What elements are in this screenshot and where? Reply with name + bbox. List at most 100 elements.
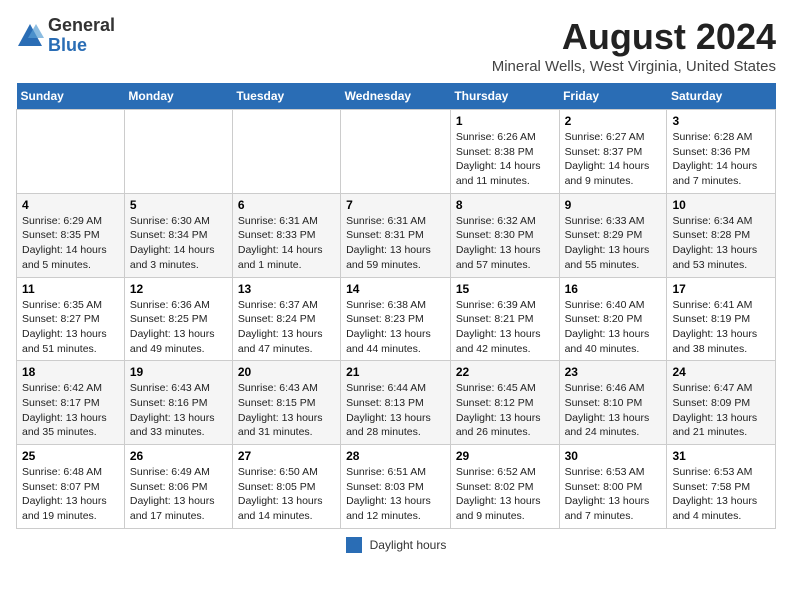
calendar-cell: 26 Sunrise: 6:49 AM Sunset: 8:06 PM Dayli… xyxy=(124,445,232,529)
day-number: 12 xyxy=(130,282,227,296)
calendar-cell: 13Sunrise: 6:37 AM Sunset: 8:24 PM Dayli… xyxy=(232,277,340,361)
calendar-header-monday: Monday xyxy=(124,83,232,110)
logo-general-text: General xyxy=(48,16,115,36)
day-number: 27 xyxy=(238,449,335,463)
calendar-cell: 31 Sunrise: 6:53 AM Sunset: 7:58 PM Dayli… xyxy=(667,445,776,529)
day-number: 16 xyxy=(565,282,662,296)
cell-info: Sunrise: 6:29 AM Sunset: 8:35 PM Dayligh… xyxy=(22,214,119,273)
day-number: 14 xyxy=(346,282,445,296)
calendar-cell: 10 Sunrise: 6:34 AM Sunset: 8:28 PM Dayli… xyxy=(667,193,776,277)
day-number: 31 xyxy=(672,449,770,463)
calendar-cell xyxy=(124,110,232,194)
day-number: 10 xyxy=(672,198,770,212)
calendar-cell: 6 Sunrise: 6:31 AM Sunset: 8:33 PM Daylig… xyxy=(232,193,340,277)
day-number: 8 xyxy=(456,198,554,212)
cell-info: Sunrise: 6:52 AM Sunset: 8:02 PM Dayligh… xyxy=(456,465,554,524)
day-number: 17 xyxy=(672,282,770,296)
calendar-header-saturday: Saturday xyxy=(667,83,776,110)
calendar-header-sunday: Sunday xyxy=(17,83,125,110)
day-number: 18 xyxy=(22,365,119,379)
cell-info: Sunrise: 6:40 AM Sunset: 8:20 PM Dayligh… xyxy=(565,298,662,357)
calendar-header-wednesday: Wednesday xyxy=(341,83,451,110)
cell-info: Sunrise: 6:31 AM Sunset: 8:33 PM Dayligh… xyxy=(238,214,335,273)
calendar-cell: 24 Sunrise: 6:47 AM Sunset: 8:09 PM Dayli… xyxy=(667,361,776,445)
page-header: General Blue August 2024 Mineral Wells, … xyxy=(16,16,776,75)
cell-info: Sunrise: 6:33 AM Sunset: 8:29 PM Dayligh… xyxy=(565,214,662,273)
calendar-cell: 25 Sunrise: 6:48 AM Sunset: 8:07 PM Dayli… xyxy=(17,445,125,529)
day-number: 29 xyxy=(456,449,554,463)
cell-info: Sunrise: 6:45 AM Sunset: 8:12 PM Dayligh… xyxy=(456,381,554,440)
day-number: 30 xyxy=(565,449,662,463)
cell-info: Sunrise: 6:41 AM Sunset: 8:19 PM Dayligh… xyxy=(672,298,770,357)
calendar-footer: Daylight hours xyxy=(16,537,776,553)
day-number: 4 xyxy=(22,198,119,212)
calendar-cell: 21Sunrise: 6:44 AM Sunset: 8:13 PM Dayli… xyxy=(341,361,451,445)
day-number: 22 xyxy=(456,365,554,379)
calendar-cell xyxy=(232,110,340,194)
cell-info: Sunrise: 6:53 AM Sunset: 7:58 PM Dayligh… xyxy=(672,465,770,524)
calendar-cell: 27 Sunrise: 6:50 AM Sunset: 8:05 PM Dayli… xyxy=(232,445,340,529)
day-number: 23 xyxy=(565,365,662,379)
day-number: 28 xyxy=(346,449,445,463)
day-number: 9 xyxy=(565,198,662,212)
day-number: 26 xyxy=(130,449,227,463)
legend-color-box xyxy=(346,537,362,553)
calendar-cell: 23 Sunrise: 6:46 AM Sunset: 8:10 PM Dayli… xyxy=(559,361,667,445)
calendar-cell xyxy=(341,110,451,194)
cell-info: Sunrise: 6:27 AM Sunset: 8:37 PM Dayligh… xyxy=(565,130,662,189)
calendar-cell: 2 Sunrise: 6:27 AM Sunset: 8:37 PM Daylig… xyxy=(559,110,667,194)
cell-info: Sunrise: 6:47 AM Sunset: 8:09 PM Dayligh… xyxy=(672,381,770,440)
calendar-cell: 8Sunrise: 6:32 AM Sunset: 8:30 PM Daylig… xyxy=(450,193,559,277)
cell-info: Sunrise: 6:44 AM Sunset: 8:13 PM Dayligh… xyxy=(346,381,445,440)
calendar-table: SundayMondayTuesdayWednesdayThursdayFrid… xyxy=(16,83,776,529)
calendar-cell: 5 Sunrise: 6:30 AM Sunset: 8:34 PM Daylig… xyxy=(124,193,232,277)
calendar-cell: 19Sunrise: 6:43 AM Sunset: 8:16 PM Dayli… xyxy=(124,361,232,445)
cell-info: Sunrise: 6:39 AM Sunset: 8:21 PM Dayligh… xyxy=(456,298,554,357)
cell-info: Sunrise: 6:50 AM Sunset: 8:05 PM Dayligh… xyxy=(238,465,335,524)
cell-info: Sunrise: 6:30 AM Sunset: 8:34 PM Dayligh… xyxy=(130,214,227,273)
calendar-cell: 30Sunrise: 6:53 AM Sunset: 8:00 PM Dayli… xyxy=(559,445,667,529)
day-number: 2 xyxy=(565,114,662,128)
day-number: 15 xyxy=(456,282,554,296)
calendar-cell: 12 Sunrise: 6:36 AM Sunset: 8:25 PM Dayli… xyxy=(124,277,232,361)
calendar-cell: 14 Sunrise: 6:38 AM Sunset: 8:23 PM Dayli… xyxy=(341,277,451,361)
day-number: 5 xyxy=(130,198,227,212)
cell-info: Sunrise: 6:34 AM Sunset: 8:28 PM Dayligh… xyxy=(672,214,770,273)
cell-info: Sunrise: 6:38 AM Sunset: 8:23 PM Dayligh… xyxy=(346,298,445,357)
calendar-cell: 18 Sunrise: 6:42 AM Sunset: 8:17 PM Dayli… xyxy=(17,361,125,445)
calendar-cell: 22 Sunrise: 6:45 AM Sunset: 8:12 PM Dayli… xyxy=(450,361,559,445)
cell-info: Sunrise: 6:46 AM Sunset: 8:10 PM Dayligh… xyxy=(565,381,662,440)
logo: General Blue xyxy=(16,16,115,56)
cell-info: Sunrise: 6:28 AM Sunset: 8:36 PM Dayligh… xyxy=(672,130,770,189)
logo-icon xyxy=(16,22,44,50)
day-number: 3 xyxy=(672,114,770,128)
day-number: 19 xyxy=(130,365,227,379)
cell-info: Sunrise: 6:26 AM Sunset: 8:38 PM Dayligh… xyxy=(456,130,554,189)
cell-info: Sunrise: 6:49 AM Sunset: 8:06 PM Dayligh… xyxy=(130,465,227,524)
calendar-week-row-5: 25 Sunrise: 6:48 AM Sunset: 8:07 PM Dayli… xyxy=(17,445,776,529)
calendar-cell: 7Sunrise: 6:31 AM Sunset: 8:31 PM Daylig… xyxy=(341,193,451,277)
calendar-cell: 17 Sunrise: 6:41 AM Sunset: 8:19 PM Dayli… xyxy=(667,277,776,361)
day-number: 24 xyxy=(672,365,770,379)
main-title: August 2024 xyxy=(492,16,776,58)
cell-info: Sunrise: 6:36 AM Sunset: 8:25 PM Dayligh… xyxy=(130,298,227,357)
day-number: 20 xyxy=(238,365,335,379)
calendar-cell: 9 Sunrise: 6:33 AM Sunset: 8:29 PM Daylig… xyxy=(559,193,667,277)
calendar-header-friday: Friday xyxy=(559,83,667,110)
calendar-cell: 16 Sunrise: 6:40 AM Sunset: 8:20 PM Dayli… xyxy=(559,277,667,361)
calendar-week-row-2: 4 Sunrise: 6:29 AM Sunset: 8:35 PM Daylig… xyxy=(17,193,776,277)
day-number: 25 xyxy=(22,449,119,463)
calendar-cell xyxy=(17,110,125,194)
calendar-cell: 3 Sunrise: 6:28 AM Sunset: 8:36 PM Daylig… xyxy=(667,110,776,194)
calendar-cell: 28Sunrise: 6:51 AM Sunset: 8:03 PM Dayli… xyxy=(341,445,451,529)
calendar-week-row-1: 1Sunrise: 6:26 AM Sunset: 8:38 PM Daylig… xyxy=(17,110,776,194)
calendar-week-row-4: 18 Sunrise: 6:42 AM Sunset: 8:17 PM Dayli… xyxy=(17,361,776,445)
day-number: 7 xyxy=(346,198,445,212)
cell-info: Sunrise: 6:48 AM Sunset: 8:07 PM Dayligh… xyxy=(22,465,119,524)
cell-info: Sunrise: 6:42 AM Sunset: 8:17 PM Dayligh… xyxy=(22,381,119,440)
calendar-header-row: SundayMondayTuesdayWednesdayThursdayFrid… xyxy=(17,83,776,110)
legend-label: Daylight hours xyxy=(370,538,447,552)
cell-info: Sunrise: 6:43 AM Sunset: 8:15 PM Dayligh… xyxy=(238,381,335,440)
day-number: 6 xyxy=(238,198,335,212)
calendar-cell: 4 Sunrise: 6:29 AM Sunset: 8:35 PM Daylig… xyxy=(17,193,125,277)
